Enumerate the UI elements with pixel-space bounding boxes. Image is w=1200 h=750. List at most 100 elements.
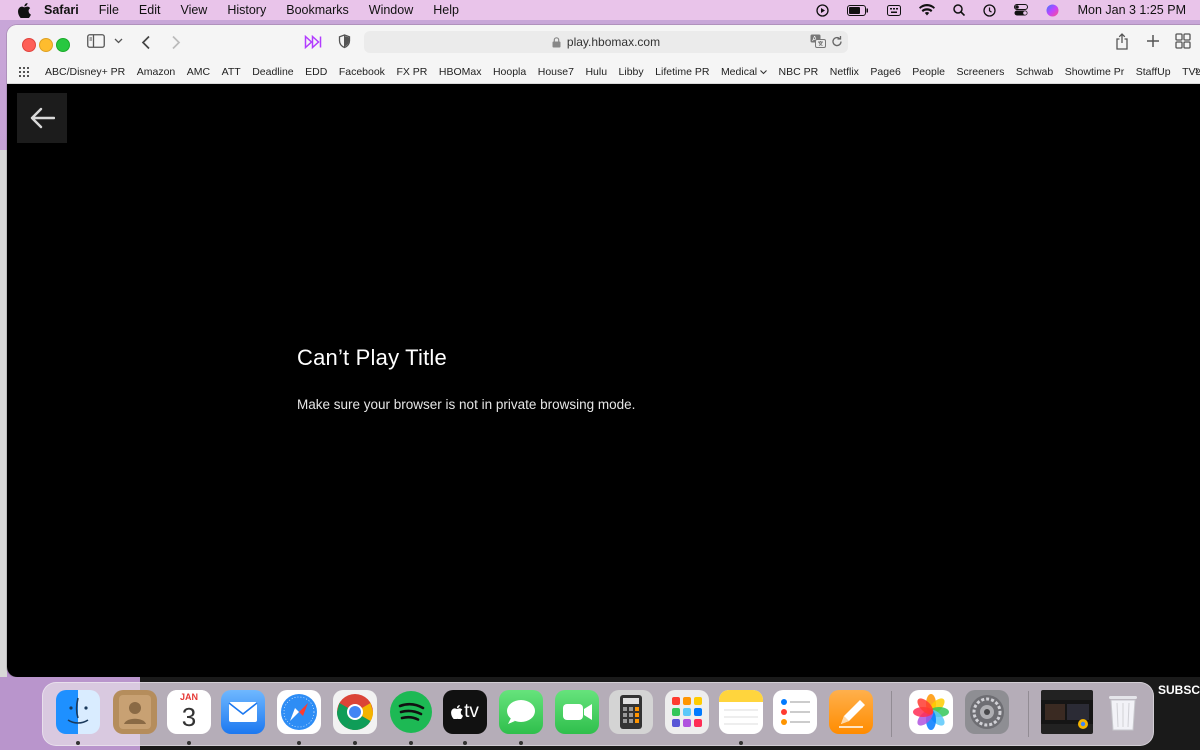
bookmark-item[interactable]: Facebook bbox=[339, 66, 385, 78]
running-indicator bbox=[519, 741, 523, 745]
bookmarks-bar: ABC/Disney+ PR Amazon AMC ATT Deadline E… bbox=[7, 60, 1200, 84]
bookmark-item[interactable]: House7 bbox=[538, 66, 574, 78]
bookmark-item[interactable]: Libby bbox=[619, 66, 644, 78]
running-indicator bbox=[353, 741, 357, 745]
menu-app-name[interactable]: Safari bbox=[44, 3, 79, 17]
bookmark-folder-label: Medical bbox=[720, 65, 758, 78]
siri-icon[interactable] bbox=[1046, 4, 1059, 17]
bookmark-item[interactable]: StaffUp bbox=[1136, 66, 1171, 78]
dock-divider bbox=[1028, 691, 1029, 737]
bookmark-item[interactable]: Page6 bbox=[870, 66, 900, 78]
bookmark-item[interactable]: Screeners bbox=[957, 66, 1005, 78]
translate-icon[interactable]: A bbox=[810, 34, 826, 51]
reminders-icon[interactable] bbox=[773, 690, 817, 734]
bookmark-item[interactable]: Hulu bbox=[585, 66, 607, 78]
pages-icon[interactable] bbox=[829, 690, 873, 734]
bookmark-item[interactable]: People bbox=[912, 66, 945, 78]
sidebar-toggle-icon[interactable] bbox=[87, 34, 105, 48]
keyboard-icon[interactable] bbox=[886, 4, 901, 16]
launchpad-icon[interactable] bbox=[665, 690, 709, 734]
time-machine-icon[interactable] bbox=[982, 3, 996, 17]
minimize-window-button[interactable] bbox=[39, 38, 53, 52]
address-bar[interactable]: play.hbomax.com A bbox=[364, 31, 848, 53]
bookmark-item[interactable]: Hoopla bbox=[493, 66, 526, 78]
wifi-icon[interactable] bbox=[918, 4, 935, 16]
messages-icon[interactable] bbox=[499, 690, 543, 734]
error-title: Can’t Play Title bbox=[297, 345, 447, 370]
apple-tv-icon[interactable]: tv bbox=[443, 690, 487, 734]
running-indicator bbox=[463, 741, 467, 745]
spotify-icon[interactable] bbox=[389, 690, 433, 734]
menu-bookmarks[interactable]: Bookmarks bbox=[286, 3, 349, 17]
video-player: Can’t Play Title Make sure your browser … bbox=[7, 84, 1200, 677]
bookmark-item[interactable]: Netflix bbox=[830, 66, 859, 78]
now-playing-icon[interactable] bbox=[815, 3, 829, 17]
running-indicator bbox=[739, 741, 743, 745]
bookmarks-grid-icon[interactable] bbox=[19, 66, 31, 77]
contacts-icon[interactable] bbox=[113, 690, 157, 734]
error-message: Make sure your browser is not in private… bbox=[297, 397, 636, 412]
bookmark-item[interactable]: NBC PR bbox=[779, 66, 819, 78]
bookmark-item[interactable]: HBOMax bbox=[439, 66, 482, 78]
minimized-chrome-window[interactable] bbox=[1041, 690, 1093, 734]
facetime-icon[interactable] bbox=[555, 690, 599, 734]
menu-history[interactable]: History bbox=[227, 3, 266, 17]
safari-window: play.hbomax.com A ABC/Disney+ PR Amazon … bbox=[7, 25, 1200, 677]
dock-divider bbox=[891, 691, 892, 737]
tab-overview-icon[interactable] bbox=[1175, 33, 1191, 49]
menu-view[interactable]: View bbox=[180, 3, 207, 17]
bookmark-item[interactable]: AMC bbox=[187, 66, 210, 78]
bookmark-item[interactable]: Deadline bbox=[252, 66, 293, 78]
chrome-icon[interactable] bbox=[333, 690, 377, 734]
close-window-button[interactable] bbox=[22, 38, 36, 52]
running-indicator bbox=[297, 741, 301, 745]
lock-icon bbox=[552, 36, 561, 48]
bookmark-item[interactable]: ATT bbox=[222, 66, 241, 78]
bookmark-folder-medical[interactable]: Medical bbox=[721, 66, 767, 78]
running-indicator bbox=[187, 741, 191, 745]
menu-help[interactable]: Help bbox=[433, 3, 459, 17]
finder-icon[interactable] bbox=[56, 690, 100, 734]
menu-bar: Safari File Edit View History Bookmarks … bbox=[0, 0, 1200, 20]
safari-icon[interactable] bbox=[277, 690, 321, 734]
bookmark-item[interactable]: Showtime Pr bbox=[1065, 66, 1125, 78]
hbomax-extension-icon[interactable] bbox=[304, 35, 322, 49]
calendar-day: 3 bbox=[181, 702, 197, 732]
new-tab-icon[interactable] bbox=[1146, 34, 1160, 48]
photos-icon[interactable] bbox=[909, 690, 953, 734]
bookmark-item[interactable]: FX PR bbox=[396, 66, 427, 78]
bookmarks-overflow-button[interactable]: » bbox=[1195, 65, 1200, 77]
system-preferences-icon[interactable] bbox=[965, 690, 1009, 734]
bookmark-item[interactable]: Amazon bbox=[137, 66, 176, 78]
spotlight-search-icon[interactable] bbox=[952, 4, 965, 16]
reload-icon[interactable] bbox=[831, 35, 843, 51]
bookmark-item[interactable]: Lifetime PR bbox=[655, 66, 709, 78]
back-nav-icon[interactable] bbox=[141, 35, 151, 50]
bookmark-item[interactable]: Schwab bbox=[1016, 66, 1053, 78]
player-back-button[interactable] bbox=[17, 93, 67, 143]
chevron-down-icon bbox=[760, 69, 767, 74]
menu-extras: Mon Jan 3 1:25 PM bbox=[807, 0, 1200, 20]
battery-icon[interactable] bbox=[846, 4, 869, 16]
menu-window[interactable]: Window bbox=[369, 3, 413, 17]
menu-file[interactable]: File bbox=[99, 3, 119, 17]
bookmark-item[interactable]: ABC/Disney+ PR bbox=[45, 66, 125, 78]
calendar-icon[interactable]: JAN 3 bbox=[167, 690, 211, 734]
fullscreen-window-button[interactable] bbox=[56, 38, 70, 52]
forward-nav-icon[interactable] bbox=[171, 35, 181, 50]
mail-icon[interactable] bbox=[221, 690, 265, 734]
share-icon[interactable] bbox=[1115, 33, 1129, 50]
subscribe-partial-text: SUBSC bbox=[1157, 683, 1200, 697]
bookmark-item[interactable]: EDD bbox=[305, 66, 327, 78]
chevron-down-icon[interactable] bbox=[114, 38, 123, 44]
notes-icon[interactable] bbox=[719, 690, 763, 734]
privacy-shield-icon[interactable] bbox=[338, 34, 351, 49]
menu-clock[interactable]: Mon Jan 3 1:25 PM bbox=[1078, 3, 1186, 17]
background-window-edge bbox=[0, 150, 7, 677]
url-text: play.hbomax.com bbox=[566, 35, 661, 49]
trash-icon[interactable] bbox=[1101, 690, 1145, 734]
menu-edit[interactable]: Edit bbox=[139, 3, 161, 17]
calculator-icon[interactable] bbox=[609, 690, 653, 734]
apple-menu-icon[interactable] bbox=[16, 0, 32, 20]
control-center-icon[interactable] bbox=[1013, 4, 1028, 16]
